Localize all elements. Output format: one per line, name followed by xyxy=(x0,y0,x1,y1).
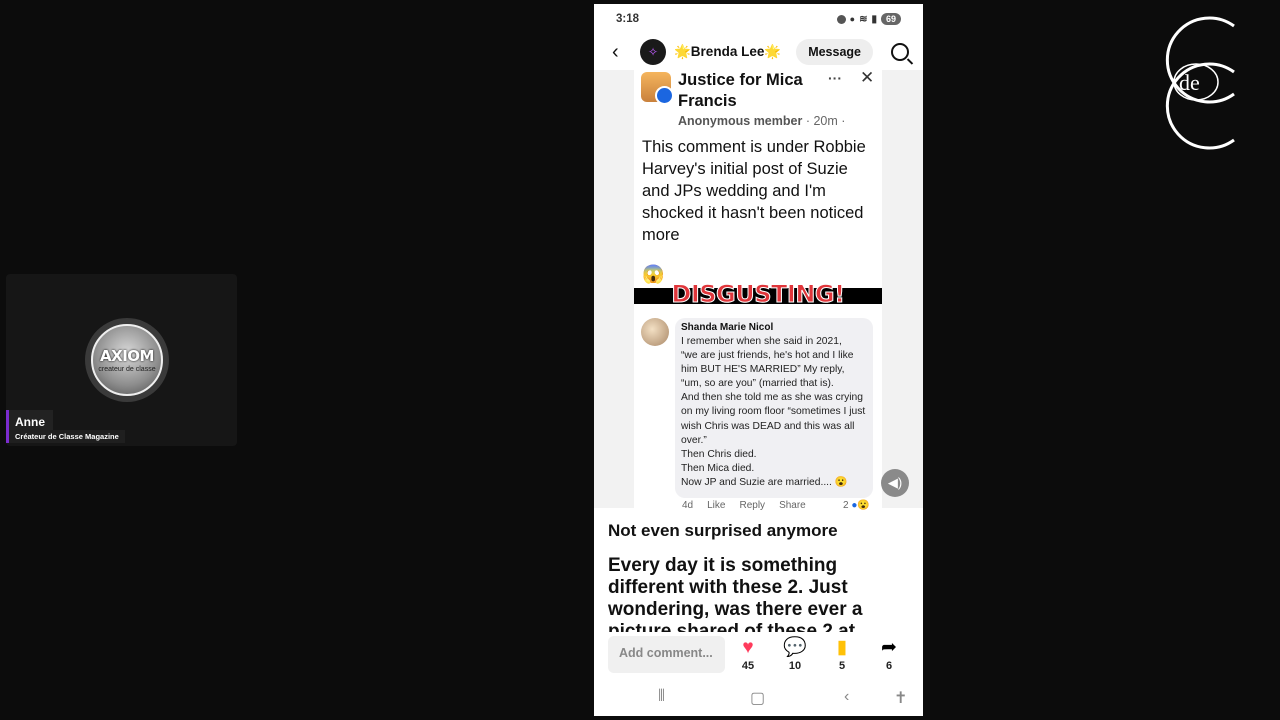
group-icon xyxy=(641,72,674,105)
corner-logo-text: de xyxy=(1179,70,1200,95)
bookmark-icon: ▮ xyxy=(836,637,848,658)
comment-button[interactable]: 💬 10 xyxy=(780,637,810,673)
disgusting-banner: DISGUSTING! xyxy=(671,280,846,309)
comment-reactions: 2 ●😮 xyxy=(843,500,870,511)
commenter-name: Shanda Marie Nicol xyxy=(681,322,774,333)
recent-apps-icon[interactable]: ⦀ xyxy=(658,688,665,706)
post-time: · 20m · xyxy=(805,114,846,128)
status-bar: 3:18 ● ≋ ▮ 69 xyxy=(594,4,923,34)
screen: AXIOM createur de classe Anne Créateur d… xyxy=(0,0,1280,720)
heart-icon: ♥ xyxy=(742,637,754,658)
share-button[interactable]: ➦ 6 xyxy=(874,637,904,673)
participant-subtitle: Créateur de Classe Magazine xyxy=(6,430,125,443)
like-count: 45 xyxy=(741,660,755,672)
close-icon: ✕ xyxy=(860,68,875,87)
sound-icon[interactable]: ◀) xyxy=(881,469,909,497)
add-comment-input[interactable]: Add comment... xyxy=(608,636,725,673)
back-icon[interactable]: ‹ xyxy=(844,688,849,706)
battery-icon: 69 xyxy=(880,13,901,25)
commenter-avatar xyxy=(641,318,669,346)
logo-text: AXIOM xyxy=(100,347,154,365)
like-button[interactable]: ♥ 45 xyxy=(733,637,763,673)
save-button[interactable]: ▮ 5 xyxy=(827,637,857,673)
post-title: Not even surprised anymore xyxy=(608,521,838,540)
message-button[interactable]: Message xyxy=(796,39,873,65)
phone-screen: 3:18 ● ≋ ▮ 69 ‹ ✧ 🌟Brenda Lee🌟 Message J… xyxy=(594,4,923,716)
share-count: 6 xyxy=(885,660,893,672)
participant-tile[interactable]: AXIOM createur de classe Anne Créateur d… xyxy=(6,274,237,446)
comment-text: I remember when she said in 2021, “we ar… xyxy=(681,336,866,488)
more-dots-icon: ··· xyxy=(828,70,842,86)
profile-name[interactable]: 🌟Brenda Lee🌟 xyxy=(674,44,781,60)
reaction-count: 2 xyxy=(843,500,849,511)
corner-logo: de xyxy=(1165,16,1235,150)
wow-icon: 😮 xyxy=(857,500,870,511)
comment-count: 10 xyxy=(788,660,802,672)
home-icon[interactable]: ▢ xyxy=(750,688,765,708)
location-icon: ● xyxy=(849,14,856,24)
comment-share: Share xyxy=(779,500,806,511)
comment-actions: 4d Like Reply Share xyxy=(682,500,806,511)
participant-name: Anne xyxy=(15,415,45,429)
participant-avatar: AXIOM createur de classe xyxy=(85,318,169,402)
comment-bubble: Shanda Marie Nicol I remember when she s… xyxy=(675,318,873,498)
profile-avatar[interactable]: ✧ xyxy=(640,39,666,65)
status-time: 3:18 xyxy=(616,13,640,25)
comment-icon: 💬 xyxy=(783,637,807,658)
logo-subtext: createur de classe xyxy=(98,366,156,373)
post-meta: Anonymous member · 20m · xyxy=(678,114,845,128)
action-bar: Add comment... ♥ 45 💬 10 ▮ 5 ➦ 6 xyxy=(594,632,923,682)
accessibility-icon[interactable]: ✝ xyxy=(894,688,907,708)
post-media[interactable]: Justice for Mica Francis ··· ✕ Anonymous… xyxy=(594,68,923,511)
comment-age: 4d xyxy=(682,500,694,511)
system-nav-bar: ⦀ ▢ ‹ ✝ xyxy=(594,682,923,716)
signal-icon: ▮ xyxy=(871,13,877,25)
post-body[interactable]: Every day it is something different with… xyxy=(608,555,908,635)
axiom-logo: AXIOM createur de classe xyxy=(91,324,163,396)
embedded-post-text: This comment is under Robbie Harvey's in… xyxy=(642,138,866,244)
save-count: 5 xyxy=(838,660,846,672)
profile-header: ‹ ✧ 🌟Brenda Lee🌟 Message xyxy=(594,34,923,70)
dnd-icon xyxy=(836,14,846,24)
group-title: Justice for Mica Francis xyxy=(678,71,803,110)
post-author: Anonymous member xyxy=(678,114,803,128)
wifi-icon: ≋ xyxy=(859,13,868,25)
comment-like: Like xyxy=(707,500,726,511)
search-icon[interactable] xyxy=(891,43,909,61)
back-arrow-icon[interactable]: ‹ xyxy=(612,41,632,64)
comment-reply: Reply xyxy=(739,500,766,511)
share-icon: ➦ xyxy=(881,637,897,658)
embedded-screenshot: Justice for Mica Francis ··· ✕ Anonymous… xyxy=(634,68,882,511)
